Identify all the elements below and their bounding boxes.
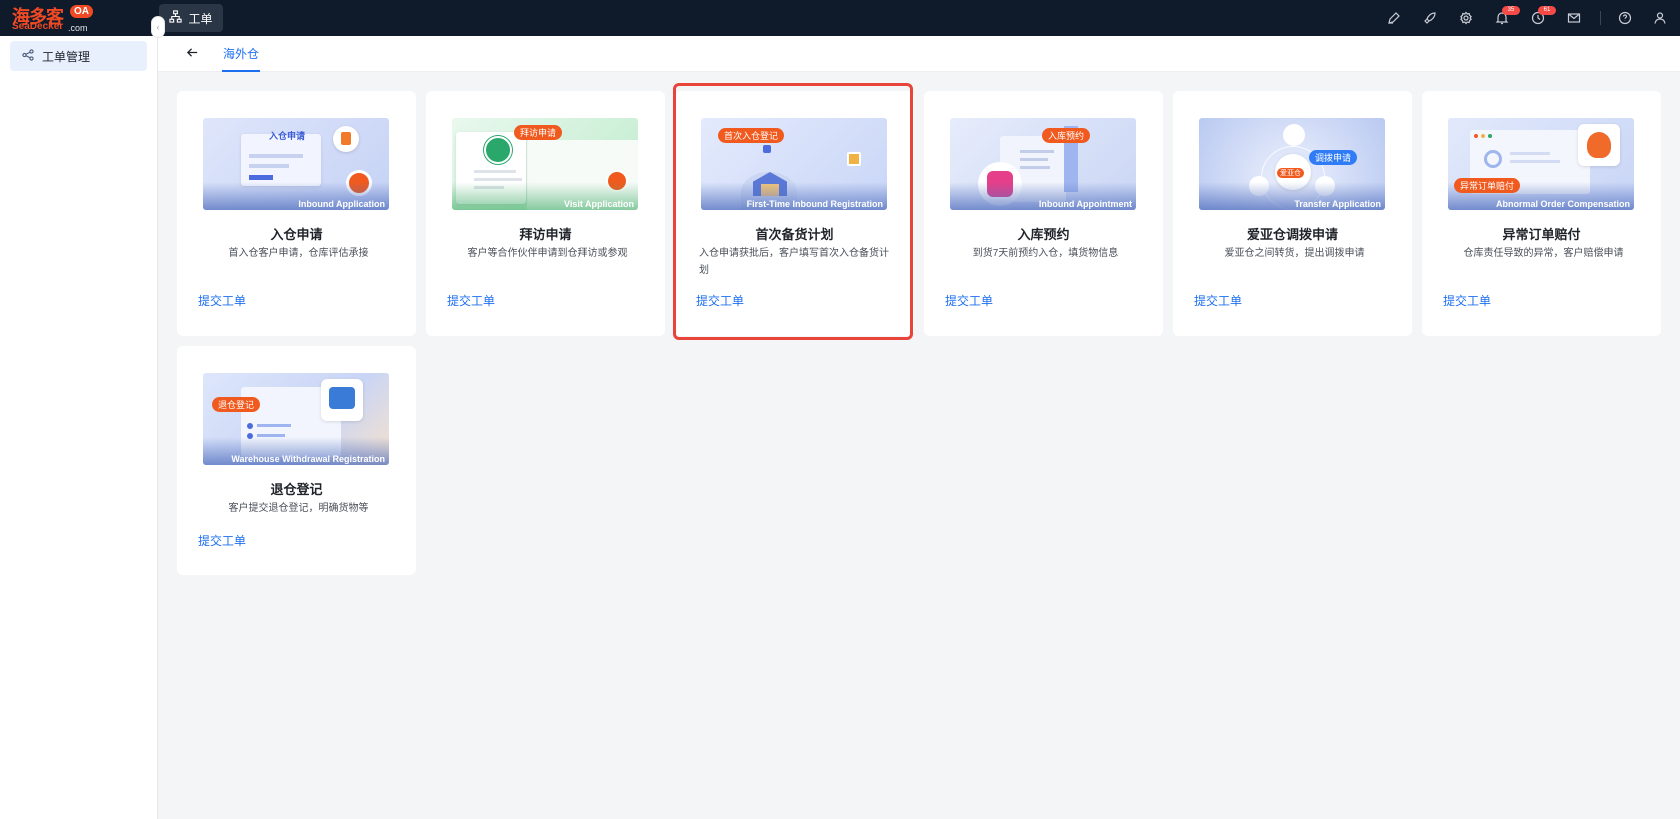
card-description: 客户等合作伙伴申请到仓拜访或参观 (467, 248, 628, 259)
card-title: 首次备货计划 (755, 227, 834, 242)
bell-icon[interactable]: 35 (1494, 6, 1520, 26)
card-image-tag: 退仓登记 (212, 397, 261, 412)
gear-icon[interactable] (1458, 10, 1474, 26)
card-image: 异常订单赔付 Abnormal Order Compensation (1448, 118, 1634, 210)
card-transfer-application: 爱亚仓 调拨申请 Transfer Application 爱亚仓调拨申请 爱亚… (1173, 91, 1412, 336)
card-description: 到货7天前预约入仓，填货物信息 (972, 248, 1119, 259)
card-image-tag: 入库预约 (1042, 128, 1091, 143)
back-button[interactable] (184, 46, 200, 62)
card-image-caption: Abnormal Order Compensation (1495, 199, 1630, 209)
card-image-caption: First-Time Inbound Registration (746, 199, 883, 209)
card-title: 异常订单赔付 (1502, 227, 1581, 242)
card-title: 入仓申请 (270, 227, 323, 242)
card-image-caption: Warehouse Withdrawal Registration (231, 454, 385, 464)
help-icon[interactable] (1617, 10, 1633, 26)
sitemap-icon (169, 10, 183, 26)
card-image-tag-warehouse: 爱亚仓 (1277, 168, 1304, 178)
submit-ticket-link[interactable]: 提交工单 (198, 532, 246, 549)
logo-com: .com (68, 23, 88, 33)
card-image-caption: Inbound Appointment (1038, 199, 1132, 209)
card-image: 入仓申请 Inbound Application (203, 118, 389, 210)
sub-header: 海外仓 (158, 36, 1680, 72)
card-visit-application: 拜访申请 Visit Application 拜访申请 客户等合作伙伴申请到仓拜… (426, 91, 665, 336)
card-inbound-appointment: 入库预约 Inbound Appointment 入库预约 到货7天前预约入仓，… (924, 91, 1163, 336)
card-description: 客户提交退仓登记，明确货物等 (228, 503, 369, 514)
card-title: 拜访申请 (519, 227, 572, 242)
card-image: 退仓登记 Warehouse Withdrawal Registration (203, 373, 389, 465)
user-icon[interactable] (1652, 10, 1668, 26)
sidebar-item-work-order-management[interactable]: 工单管理 (10, 41, 147, 71)
card-inbound-application: 入仓申请 Inbound Application 入仓申请 首入仓客户申请，仓库… (177, 91, 416, 336)
card-abnormal-order-compensation: 异常订单赔付 Abnormal Order Compensation 异常订单赔… (1422, 91, 1661, 336)
card-image-tag: 入仓申请 (269, 131, 306, 141)
rocket-icon[interactable] (1422, 10, 1438, 26)
logo[interactable]: 海多客 OA SeaDecker .com (12, 3, 96, 33)
card-description: 首入仓客户申请，仓库评估承接 (228, 248, 369, 259)
card-image: 爱亚仓 调拨申请 Transfer Application (1199, 118, 1385, 210)
card-title: 入库预约 (1017, 227, 1070, 242)
submit-ticket-link[interactable]: 提交工单 (1443, 292, 1491, 309)
clock-icon[interactable]: 61 (1530, 6, 1556, 26)
card-image-tag: 调拨申请 (1309, 150, 1358, 165)
top-bar: 海多客 OA SeaDecker .com 工单 35 61 (0, 0, 1680, 36)
card-image-tag: 首次入仓登记 (718, 128, 785, 143)
card-title: 爱亚仓调拨申请 (1246, 227, 1338, 242)
mail-icon[interactable] (1566, 10, 1582, 26)
submit-ticket-link[interactable]: 提交工单 (945, 292, 993, 309)
sidebar: 工单管理 (0, 36, 158, 819)
submit-ticket-link[interactable]: 提交工单 (198, 292, 246, 309)
card-image: 首次入仓登记 First-Time Inbound Registration (701, 118, 887, 210)
card-image-caption: Inbound Application (298, 199, 385, 209)
card-description: 仓库责任导致的异常，客户赔偿申请 (1463, 248, 1624, 259)
tab-work-order[interactable]: 工单 (159, 4, 223, 32)
tab-overseas-warehouse[interactable]: 海外仓 (222, 36, 261, 72)
card-image-caption: Visit Application (563, 199, 634, 209)
card-image: 拜访申请 Visit Application (452, 118, 638, 210)
card-title: 退仓登记 (270, 482, 323, 497)
sidebar-item-label: 工单管理 (42, 49, 91, 64)
logo-en: SeaDecker (12, 21, 64, 32)
notification-badge: 35 (1502, 6, 1520, 15)
card-image-tag: 异常订单赔付 (1454, 178, 1521, 193)
card-description: 入仓申请获批后，客户填写首次入仓备货计划 (699, 248, 889, 276)
card-image-caption: Transfer Application (1294, 199, 1381, 209)
submit-ticket-link[interactable]: 提交工单 (1194, 292, 1242, 309)
tab-work-order-label: 工单 (188, 11, 213, 26)
card-image-tag: 拜访申请 (514, 125, 563, 140)
arrow-left-icon (186, 46, 199, 62)
submit-ticket-link[interactable]: 提交工单 (447, 292, 495, 309)
card-description: 爱亚仓之间转货，提出调拨申请 (1224, 248, 1365, 259)
card-first-time-inbound-plan: 首次入仓登记 First-Time Inbound Registration 首… (675, 91, 914, 336)
chevron-left-icon: ‹ (156, 22, 160, 32)
toolbar-divider (1600, 11, 1601, 25)
sidebar-collapse-button[interactable]: ‹ (151, 16, 165, 38)
card-warehouse-withdrawal: 退仓登记 Warehouse Withdrawal Registration 退… (177, 346, 416, 575)
card-image: 入库预约 Inbound Appointment (950, 118, 1136, 210)
submit-ticket-link[interactable]: 提交工单 (696, 292, 744, 309)
logo-oa-badge: OA (70, 5, 93, 18)
reminder-badge: 61 (1538, 6, 1556, 15)
pen-icon[interactable] (1386, 10, 1402, 26)
flow-icon (22, 48, 34, 64)
